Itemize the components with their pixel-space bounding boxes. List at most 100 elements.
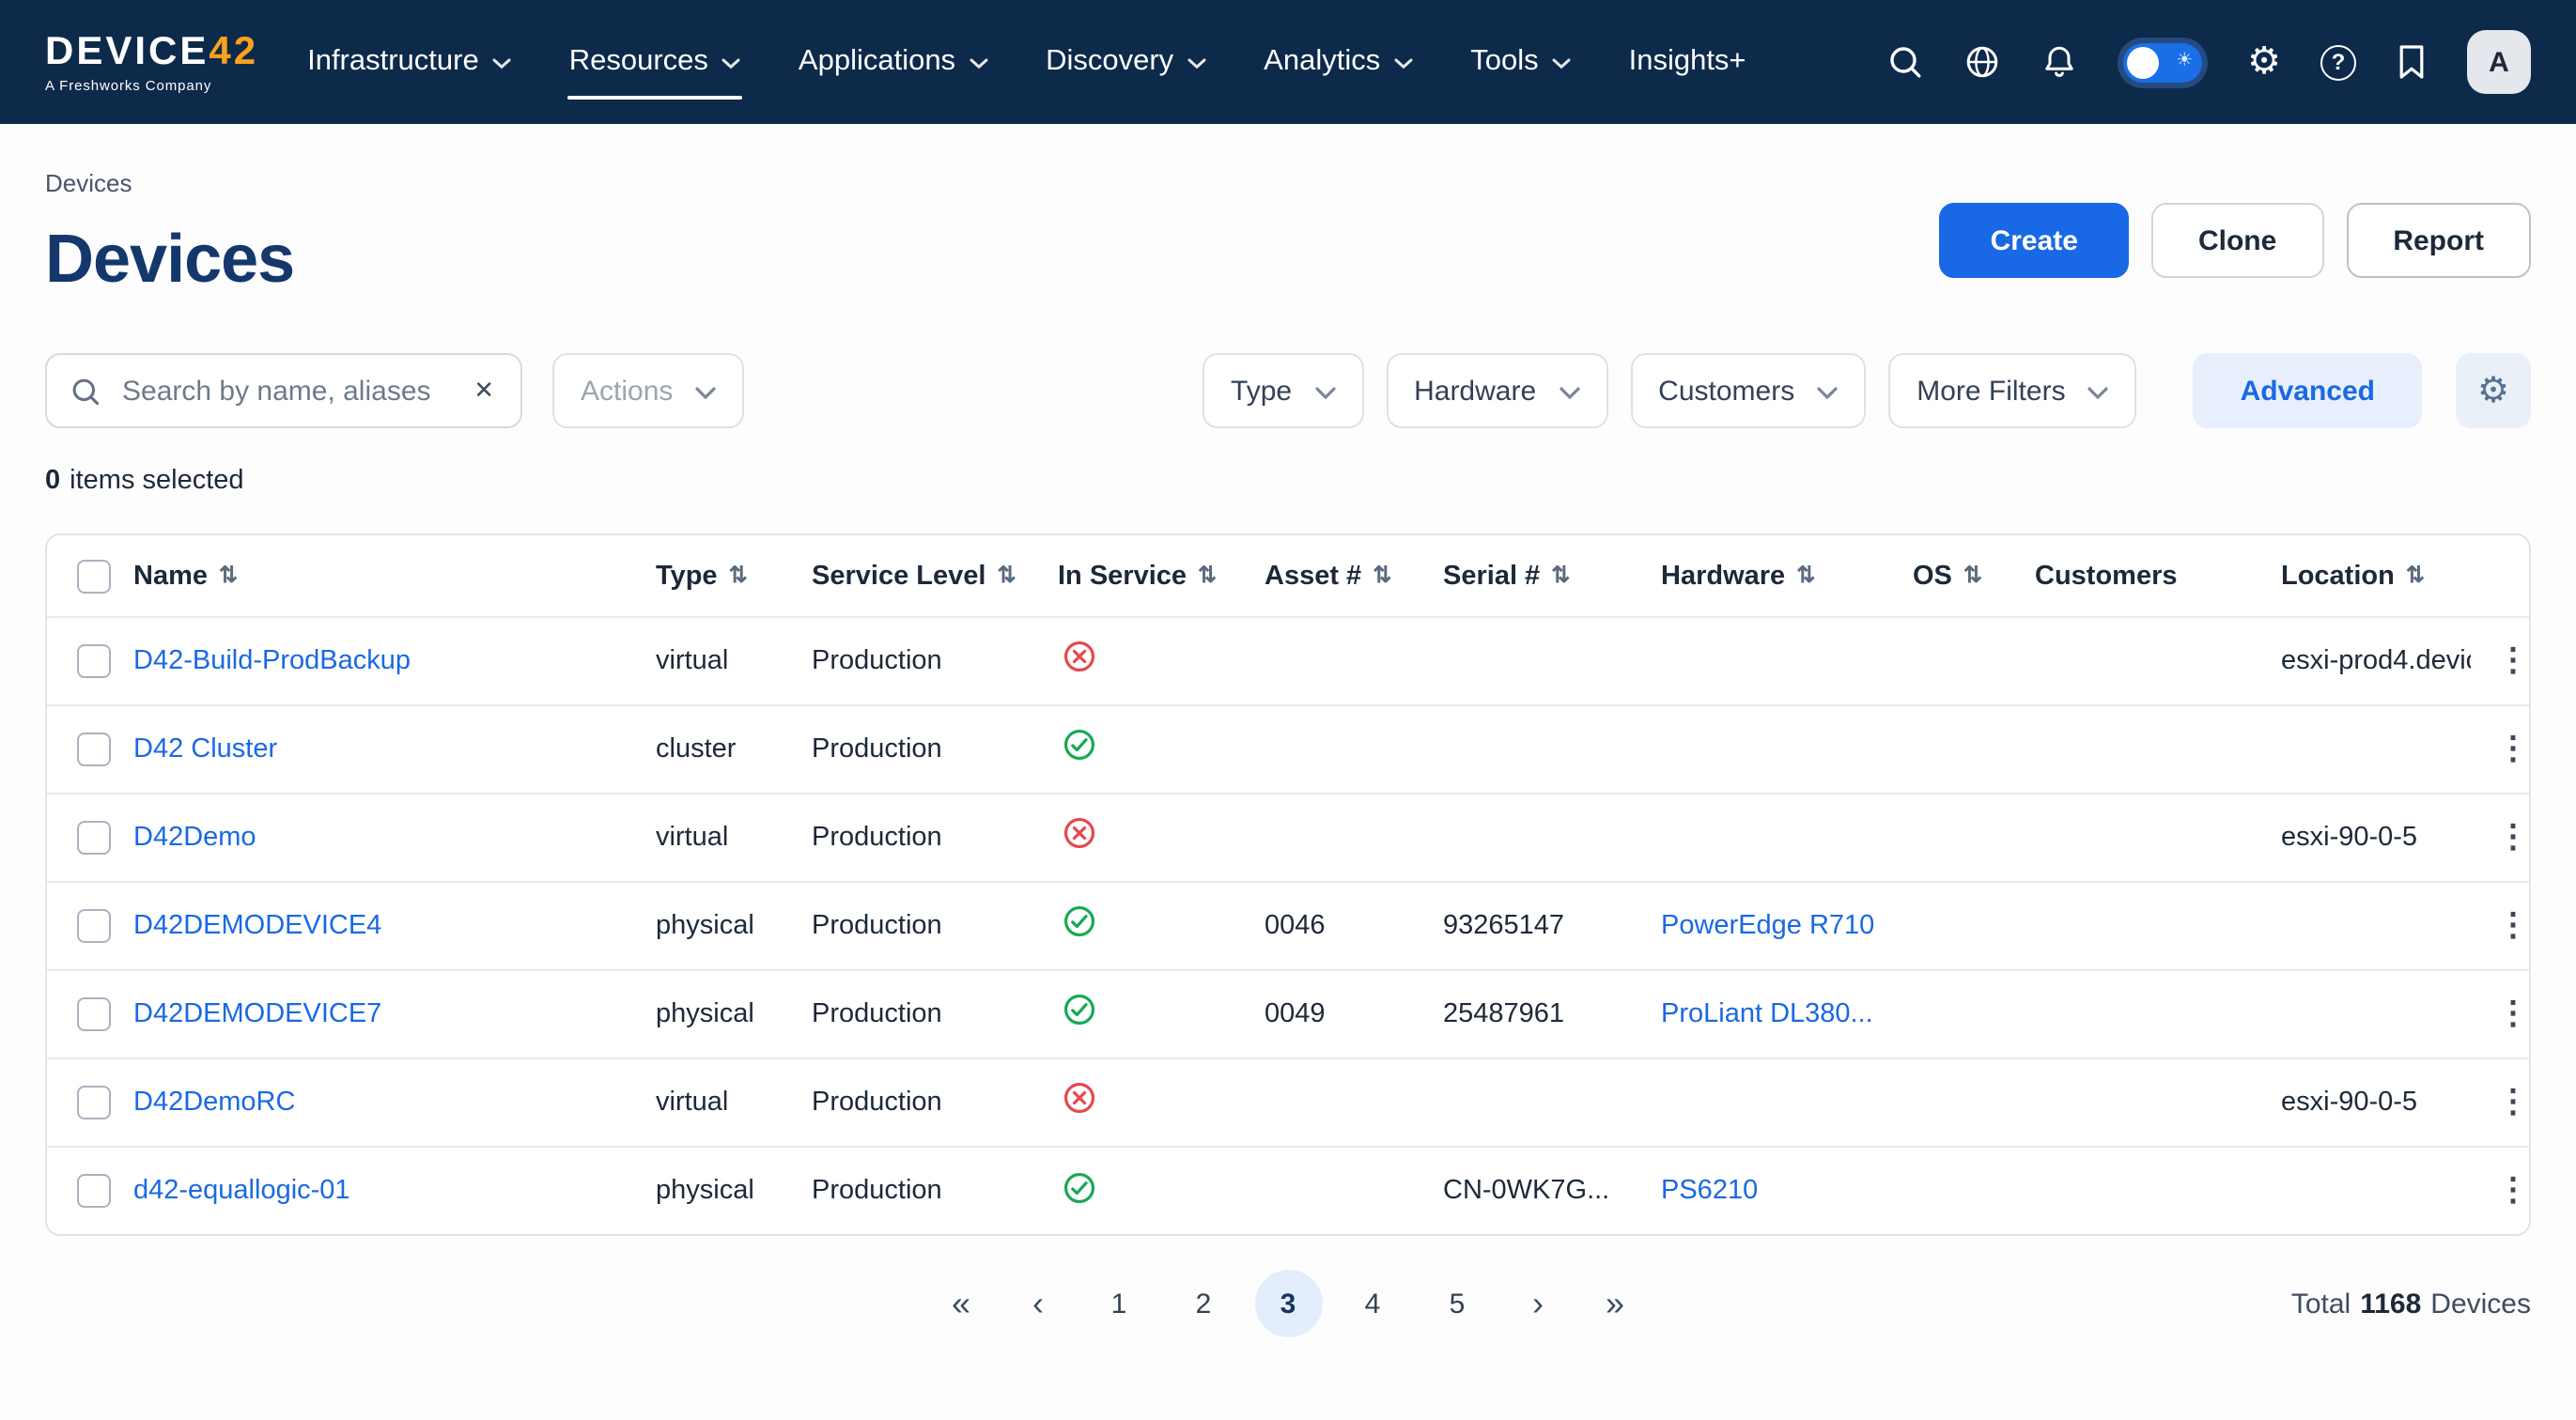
filter-type[interactable]: Type (1203, 354, 1363, 429)
row-checkbox[interactable] (77, 733, 111, 766)
page-button-3[interactable]: 3 (1254, 1271, 1322, 1338)
filter-hardware[interactable]: Hardware (1386, 354, 1607, 429)
row-actions-kebab-icon[interactable]: ⋮ (2490, 642, 2531, 678)
help-icon[interactable]: ? (2320, 44, 2356, 80)
hardware-link[interactable]: ProLiant DL380... (1661, 999, 1873, 1029)
column-header-type[interactable]: Type⇅ (637, 536, 793, 617)
row-checkbox[interactable] (77, 821, 111, 855)
sort-icon[interactable]: ⇅ (729, 561, 748, 587)
device-customers (2016, 1147, 2262, 1235)
row-checkbox[interactable] (77, 1086, 111, 1119)
page-button-4[interactable]: 4 (1339, 1271, 1406, 1338)
search-icon[interactable] (1886, 43, 1924, 81)
pagination-next-button[interactable]: › (1508, 1271, 1568, 1338)
sort-icon[interactable]: ⇅ (1373, 561, 1391, 587)
sort-icon[interactable]: ⇅ (1551, 561, 1570, 587)
column-header-serial[interactable]: Serial #⇅ (1424, 536, 1642, 617)
table-settings-button[interactable]: ⚙ (2456, 354, 2531, 429)
device-os (1894, 882, 2016, 970)
nav-item-tools[interactable]: Tools (1470, 0, 1570, 124)
device-customers (2016, 617, 2262, 705)
settings-gear-icon[interactable]: ⚙ (2247, 43, 2281, 81)
pagination-last-button[interactable]: » (1585, 1271, 1645, 1338)
nav-item-insights[interactable]: Insights+ (1629, 0, 1746, 124)
device42-logo[interactable]: DEVICE42 A Freshworks Company (45, 31, 258, 93)
breadcrumb-devices[interactable]: Devices (45, 169, 132, 197)
sort-icon[interactable]: ⇅ (997, 561, 1016, 587)
row-actions-kebab-icon[interactable]: ⋮ (2490, 1172, 2531, 1208)
chevron-down-icon (1393, 58, 1412, 69)
device-name-link[interactable]: d42-equallogic-01 (133, 1176, 350, 1206)
not-in-service-x-icon (1062, 1081, 1097, 1117)
clone-button[interactable]: Clone (2151, 203, 2323, 278)
column-header-in-service[interactable]: In Service⇅ (1039, 536, 1246, 617)
row-checkbox[interactable] (77, 997, 111, 1031)
device-type: cluster (637, 705, 793, 794)
row-checkbox[interactable] (77, 644, 111, 678)
page-button-5[interactable]: 5 (1423, 1271, 1491, 1338)
hardware-link[interactable]: PS6210 (1661, 1176, 1758, 1206)
search-input[interactable] (118, 374, 453, 409)
row-actions-kebab-icon[interactable]: ⋮ (2490, 996, 2531, 1031)
row-checkbox[interactable] (77, 909, 111, 943)
column-header-hardware[interactable]: Hardware⇅ (1642, 536, 1894, 617)
create-button[interactable]: Create (1940, 203, 2129, 278)
column-header-name[interactable]: Name⇅ (115, 536, 637, 617)
device-serial-number: 25487961 (1424, 970, 1642, 1058)
sort-icon[interactable]: ⇅ (219, 561, 238, 587)
row-actions-kebab-icon[interactable]: ⋮ (2490, 819, 2531, 855)
nav-item-analytics[interactable]: Analytics (1264, 0, 1412, 124)
nav-item-applications[interactable]: Applications (799, 0, 987, 124)
device-name-link[interactable]: D42 Cluster (133, 734, 277, 764)
device-name-link[interactable]: D42DemoRC (133, 1088, 295, 1118)
nav-item-infrastructure[interactable]: Infrastructure (307, 0, 511, 124)
sort-icon[interactable]: ⇅ (1198, 561, 1217, 587)
sort-icon[interactable]: ⇅ (1796, 561, 1815, 587)
column-header-os[interactable]: OS⇅ (1894, 536, 2016, 617)
filter-more-filters[interactable]: More Filters (1888, 354, 2136, 429)
clear-search-icon[interactable]: ✕ (470, 373, 498, 410)
device-serial-number (1424, 617, 1642, 705)
report-button[interactable]: Report (2346, 203, 2531, 278)
theme-toggle[interactable]: ☀ (2123, 42, 2202, 82)
pagination-first-button[interactable]: « (931, 1271, 991, 1338)
pagination-prev-button[interactable]: ‹ (1008, 1271, 1068, 1338)
device-name-link[interactable]: D42-Build-ProdBackup (133, 646, 411, 676)
column-header-asset[interactable]: Asset #⇅ (1246, 536, 1424, 617)
search-box: ✕ (45, 354, 522, 429)
chevron-down-icon (1187, 58, 1205, 69)
nav-item-resources[interactable]: Resources (569, 0, 740, 124)
page-button-1[interactable]: 1 (1085, 1271, 1153, 1338)
sort-icon[interactable]: ⇅ (2406, 561, 2425, 587)
table-row: D42 Cluster cluster Production ⋮ (47, 705, 2531, 794)
advanced-button[interactable]: Advanced (2194, 354, 2422, 429)
row-checkbox[interactable] (77, 1174, 111, 1208)
device-name-link[interactable]: D42DEMODEVICE4 (133, 911, 381, 941)
device-os (1894, 970, 2016, 1058)
device-name-link[interactable]: D42DEMODEVICE7 (133, 999, 381, 1029)
row-actions-kebab-icon[interactable]: ⋮ (2490, 1084, 2531, 1119)
filter-customers[interactable]: Customers (1630, 354, 1866, 429)
column-header-location[interactable]: Location⇅ (2262, 536, 2471, 617)
user-avatar[interactable]: A (2467, 30, 2531, 94)
column-header-customers[interactable]: Customers (2016, 536, 2262, 617)
nav-item-discovery[interactable]: Discovery (1046, 0, 1205, 124)
globe-icon[interactable] (1963, 43, 2001, 81)
device-asset-number (1246, 617, 1424, 705)
device-service-level: Production (793, 705, 1039, 794)
column-header-service-level[interactable]: Service Level⇅ (793, 536, 1039, 617)
page-button-2[interactable]: 2 (1170, 1271, 1237, 1338)
pagination: « ‹ 12345 › » (931, 1271, 1645, 1338)
notifications-bell-icon[interactable] (2041, 43, 2078, 81)
actions-dropdown[interactable]: Actions (552, 354, 744, 429)
hardware-link[interactable]: PowerEdge R710 (1661, 911, 1874, 941)
device-type: physical (637, 970, 793, 1058)
sort-icon[interactable]: ⇅ (1963, 561, 1982, 587)
device-service-level: Production (793, 617, 1039, 705)
bookmark-icon[interactable] (2396, 43, 2428, 81)
select-all-checkbox[interactable] (77, 559, 111, 593)
row-actions-kebab-icon[interactable]: ⋮ (2490, 907, 2531, 943)
row-actions-kebab-icon[interactable]: ⋮ (2490, 731, 2531, 766)
device-asset-number: 0046 (1246, 882, 1424, 970)
device-name-link[interactable]: D42Demo (133, 823, 256, 853)
